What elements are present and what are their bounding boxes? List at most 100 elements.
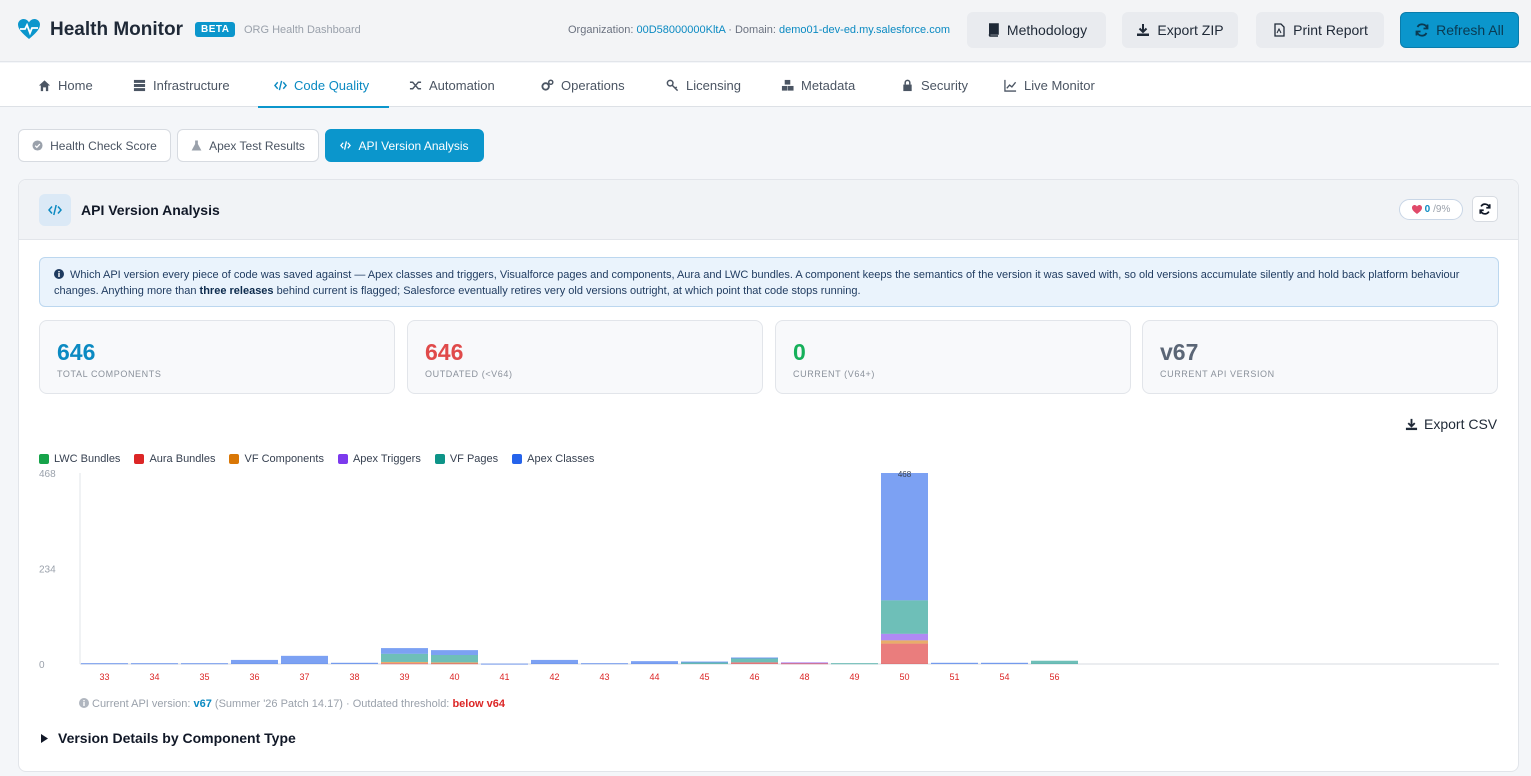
footnote-mid: (Summer '26 Patch 14.17) · Outdated thre… [214, 698, 450, 710]
refresh-all-label: Refresh All [1436, 22, 1504, 38]
bar-segment [881, 600, 928, 634]
footnote-prefix: Current API version: [92, 698, 191, 710]
api-version-chart: 468 234 0 33 34 35 36 37 38 39 40 41 42 43 44 45 46 48 49 5… [39, 469, 1499, 682]
check-circle-icon [32, 140, 43, 151]
x-tick-label: 37 [299, 672, 309, 682]
refresh-all-button[interactable]: Refresh All [1400, 12, 1519, 48]
subtab-health-check-label: Health Check Score [50, 138, 157, 153]
legend-swatch [434, 454, 445, 464]
chart-footnote: Current API version: v67 (Summer '26 Pat… [79, 698, 505, 710]
code-icon [340, 141, 352, 150]
flask-icon [191, 140, 202, 151]
legend-item[interactable]: VF Pages [434, 453, 498, 465]
tab-infrastructure[interactable]: Infrastructure [133, 63, 230, 107]
print-report-label: Print Report [1293, 22, 1368, 38]
legend-item[interactable]: Apex Classes [512, 453, 594, 465]
org-id: 00D58000000KltA [636, 24, 726, 36]
bar-segment [631, 661, 678, 664]
pdf-file-icon [1274, 23, 1285, 37]
bar-segment [381, 661, 428, 664]
tab-automation[interactable]: Automation [409, 63, 495, 107]
subtab-api-version-analysis[interactable]: API Version Analysis [325, 129, 484, 162]
subtab-api-version-label: API Version Analysis [358, 138, 469, 153]
key-icon [666, 79, 679, 91]
cubes-icon [781, 79, 794, 91]
x-tick-label: 39 [399, 672, 409, 682]
methodology-label: Methodology [1006, 22, 1088, 38]
x-tick-label: 33 [99, 672, 109, 682]
version-details-toggle[interactable]: Version Details by Component Type [41, 730, 296, 746]
x-tick-label: 49 [849, 672, 859, 682]
bar-segment [931, 662, 978, 664]
print-report-button[interactable]: Print Report [1256, 12, 1384, 48]
score-max: /9% [1433, 204, 1451, 215]
stat-value: v67 [1160, 339, 1199, 365]
subtab-apex-test-results[interactable]: Apex Test Results [177, 129, 319, 162]
tab-security[interactable]: Security [901, 63, 968, 107]
caret-right-icon [41, 733, 48, 743]
legend-item[interactable]: Apex Triggers [337, 453, 421, 465]
bar-segment [381, 653, 428, 662]
bar-segment [531, 659, 578, 664]
top-bar: Health Monitor BETA ORG Health Dashboard… [0, 0, 1531, 62]
domain-label: · Domain: [728, 24, 776, 36]
legend-item[interactable]: LWC Bundles [39, 453, 120, 465]
bar-segment [881, 473, 928, 601]
legend-label: Apex Triggers [352, 453, 421, 465]
legend-swatch [229, 454, 240, 464]
bar-segment [681, 662, 728, 664]
tab-operations[interactable]: Operations [541, 63, 625, 107]
y-tick-label: 234 [39, 565, 56, 576]
tab-code-quality-label: Code Quality [294, 77, 370, 93]
bar-segment [431, 662, 478, 664]
legend-item[interactable]: VF Components [229, 453, 324, 465]
stat-label: CURRENT (V64+) [793, 369, 875, 379]
gears-icon [541, 78, 554, 91]
legend-swatch [39, 454, 49, 464]
legend-label: VF Components [244, 453, 324, 465]
panel-refresh-button[interactable] [1472, 196, 1498, 222]
score-value: 0 [1424, 204, 1431, 215]
legend-label: Apex Classes [527, 453, 595, 465]
tab-code-quality[interactable]: Code Quality [257, 63, 390, 108]
stat-label: TOTAL COMPONENTS [57, 369, 162, 379]
x-tick-label: 40 [449, 672, 459, 682]
bar-segment [881, 640, 928, 644]
stat-value: 646 [57, 339, 96, 365]
tab-licensing[interactable]: Licensing [666, 63, 741, 107]
tab-metadata[interactable]: Metadata [781, 63, 855, 107]
bar-segment [281, 655, 328, 664]
tab-live-monitor[interactable]: Live Monitor [1004, 63, 1095, 107]
y-tick-label: 0 [39, 660, 45, 671]
info-callout: Which API version every piece of code wa… [39, 257, 1499, 307]
export-zip-button[interactable]: Export ZIP [1122, 12, 1238, 48]
x-tick-label: 50 [899, 672, 909, 682]
export-csv-button[interactable]: Export CSV [1405, 416, 1497, 432]
x-tick-label: 46 [749, 672, 759, 682]
export-zip-label: Export ZIP [1157, 22, 1224, 38]
domain-link[interactable]: demo01-dev-ed.my.salesforce.com [779, 24, 950, 36]
app-subtitle: ORG Health Dashboard [244, 24, 361, 36]
info-icon [79, 698, 89, 708]
x-tick-label: 42 [549, 672, 559, 682]
bar-segment [881, 643, 928, 664]
heart-pulse-icon [18, 19, 40, 39]
legend-item[interactable]: Aura Bundles [134, 453, 215, 465]
stat-label: CURRENT API VERSION [1160, 369, 1275, 379]
bar-segment [381, 663, 428, 665]
stat-total-components: 646 TOTAL COMPONENTS [39, 320, 395, 394]
tab-home[interactable]: Home [38, 63, 93, 107]
heart-icon [1411, 205, 1422, 214]
chart-legend: LWC Bundles Aura Bundles VF Components Apex… [39, 453, 594, 465]
x-tick-label: 38 [349, 672, 359, 682]
server-icon [133, 79, 146, 91]
subtab-health-check-score[interactable]: Health Check Score [18, 129, 171, 162]
panel-code-icon [39, 194, 71, 226]
bar-segment [331, 662, 378, 664]
x-tick-label: 45 [699, 672, 709, 682]
legend-label: LWC Bundles [54, 453, 121, 465]
bar-segment [731, 658, 778, 663]
x-tick-label: 54 [999, 672, 1009, 682]
x-tick-label: 35 [199, 672, 209, 682]
methodology-button[interactable]: Methodology [967, 12, 1106, 48]
